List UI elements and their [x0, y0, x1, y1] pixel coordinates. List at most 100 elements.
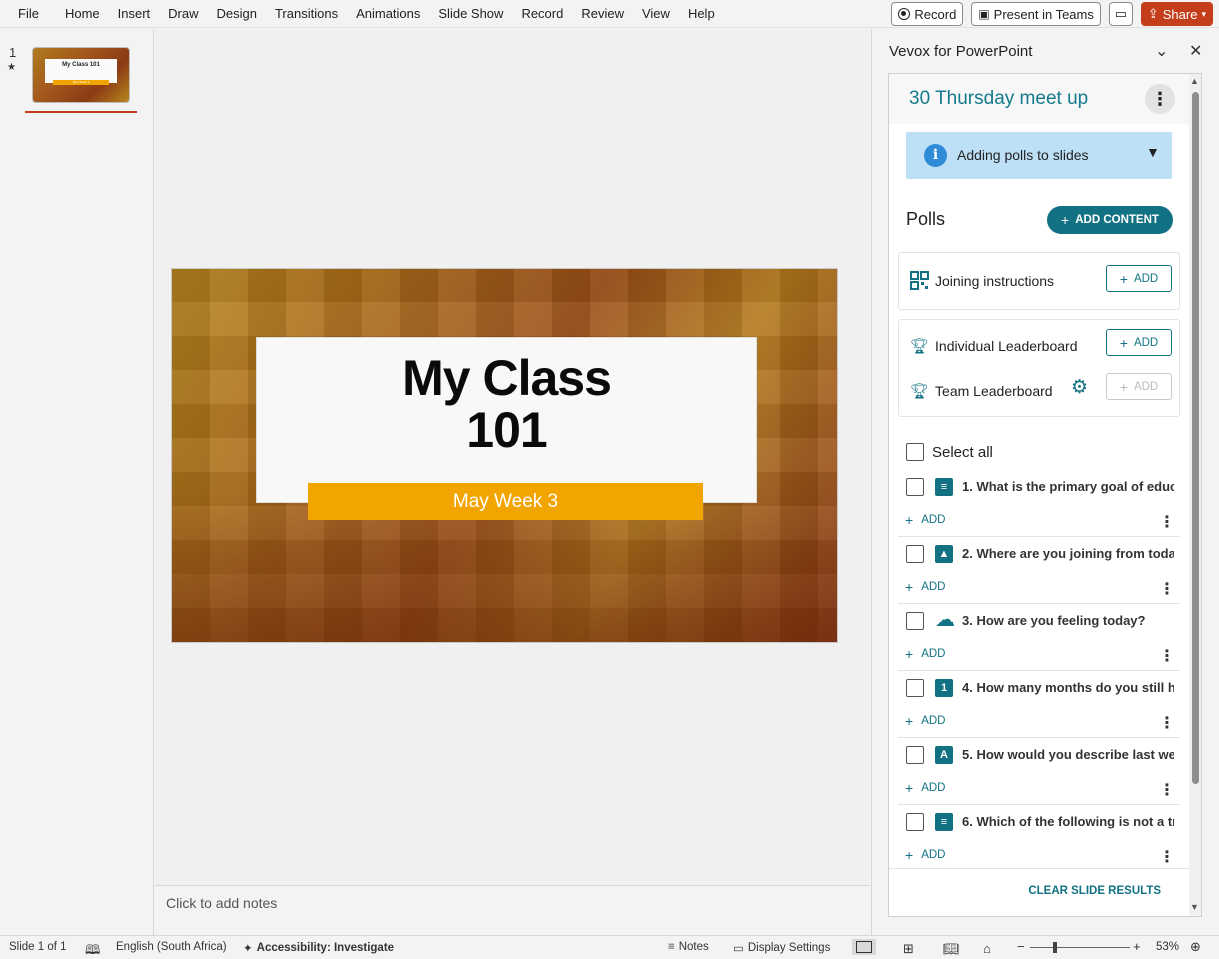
plus-icon: + — [1061, 212, 1070, 228]
scrollbar-thumb[interactable] — [1192, 92, 1199, 784]
slide-thumbnail[interactable]: My Class 101 May Week 3 — [32, 47, 130, 103]
poll-question-text[interactable]: 2. Where are you joining from today? — [962, 546, 1174, 561]
plus-icon: + — [905, 847, 914, 863]
vevox-task-pane: Vevox for PowerPoint ⌄ ✕ 30 Thursday mee… — [871, 29, 1219, 935]
ribbon-tab-slide-show[interactable]: Slide Show — [429, 0, 512, 27]
pane-close-icon[interactable]: ✕ — [1189, 41, 1202, 61]
clear-slide-results-button[interactable]: CLEAR SLIDE RESULTS — [1028, 885, 1161, 897]
ribbon-tab-draw[interactable]: Draw — [159, 0, 207, 27]
scroll-up-arrow-icon[interactable]: ▲ — [1190, 76, 1199, 86]
plus-icon: + — [1119, 378, 1128, 395]
zoom-in-icon[interactable]: + — [1133, 939, 1141, 954]
pane-scrollbar[interactable]: ▲ ▼ — [1189, 74, 1201, 916]
poll-more-options-icon[interactable]: ⋮ — [1159, 713, 1175, 733]
slide-sorter-view-icon[interactable]: ⊞ — [903, 941, 914, 957]
ribbon-tab-view[interactable]: View — [633, 0, 679, 27]
zoom-level[interactable]: 53% — [1156, 941, 1179, 953]
qr-code-icon — [910, 271, 929, 290]
leaderboard-card: 🏆︎ Individual Leaderboard + ADD 🏆︎ Team … — [898, 319, 1180, 417]
poll-add-button[interactable]: + ADD — [905, 713, 945, 729]
title-placeholder[interactable]: My Class 101 — [256, 337, 757, 503]
joining-add-button[interactable]: + ADD — [1106, 265, 1172, 292]
poll-question-item: ≡ 6. Which of the following is not a true… — [898, 805, 1180, 872]
slide-show-view-icon[interactable]: ⌂ — [983, 941, 991, 956]
poll-question-text[interactable]: 6. Which of the following is not a true … — [962, 814, 1174, 829]
gear-icon[interactable]: ⚙ — [1071, 376, 1088, 399]
poll-question-item: ▲ 2. Where are you joining from today? + AD… — [898, 537, 1180, 604]
plus-icon: + — [905, 512, 914, 528]
spelling-book-icon[interactable]: 🕮︎ — [85, 941, 100, 959]
poll-more-options-icon[interactable]: ⋮ — [1159, 646, 1175, 666]
poll-checkbox[interactable] — [906, 746, 924, 764]
ribbon-tab-design[interactable]: Design — [208, 0, 266, 27]
poll-more-options-icon[interactable]: ⋮ — [1159, 579, 1175, 599]
plus-icon: + — [905, 579, 914, 595]
display-settings-button[interactable]: ▭ Display Settings — [733, 941, 830, 955]
poll-checkbox[interactable] — [906, 612, 924, 630]
letter-a-icon: A — [935, 746, 953, 764]
notes-toggle[interactable]: ≡ Notes — [668, 941, 709, 953]
record-button[interactable]: Record — [891, 2, 964, 26]
ribbon-tab-animations[interactable]: Animations — [347, 0, 429, 27]
poll-add-button[interactable]: + ADD — [905, 512, 945, 528]
zoom-slider-thumb[interactable] — [1053, 942, 1057, 953]
share-button[interactable]: ⇪ Share ▾ — [1140, 2, 1213, 26]
ribbon-tab-home[interactable]: Home — [56, 0, 109, 27]
pane-title: Vevox for PowerPoint — [889, 43, 1033, 60]
plus-icon: + — [905, 713, 914, 729]
zoom-slider[interactable] — [1030, 947, 1130, 948]
ribbon-tab-file[interactable]: File — [0, 0, 56, 27]
poll-add-button[interactable]: + ADD — [905, 646, 945, 662]
poll-question-item: A 5. How would you describe last week? +AD… — [898, 738, 1180, 805]
normal-view-button[interactable] — [852, 939, 876, 955]
comments-button[interactable]: ▭ — [1108, 2, 1133, 26]
select-all[interactable]: Select all — [906, 443, 993, 461]
poll-question-text[interactable]: 1. What is the primary goal of education… — [962, 479, 1174, 494]
select-all-checkbox[interactable] — [906, 443, 924, 461]
joining-card: Joining instructions + ADD — [898, 252, 1180, 310]
text-icon: ≡ — [935, 478, 953, 496]
chevron-down-icon: ▼ — [1146, 144, 1160, 160]
slide[interactable]: My Class 101 May Week 3 — [171, 268, 838, 643]
poll-add-button[interactable]: + ADD — [905, 847, 945, 863]
session-menu-button[interactable]: ⋮ — [1145, 84, 1175, 114]
ribbon-tab-transitions[interactable]: Transitions — [266, 0, 347, 27]
poll-question-text[interactable]: 4. How many months do you still have? — [962, 680, 1174, 695]
individual-leaderboard-add-button[interactable]: + ADD — [1106, 329, 1172, 356]
slide-subtitle[interactable]: May Week 3 — [308, 483, 703, 520]
animation-star-icon: ★ — [7, 62, 16, 73]
poll-question-text[interactable]: 3. How are you feeling today? — [962, 613, 1174, 628]
teams-icon: ▣ — [978, 7, 990, 21]
scroll-down-arrow-icon[interactable]: ▼ — [1190, 902, 1199, 912]
language-indicator[interactable]: English (South Africa) — [116, 941, 227, 953]
info-icon: i — [924, 144, 947, 167]
ribbon-tab-review[interactable]: Review — [572, 0, 633, 27]
reading-view-icon[interactable]: 📖︎ — [943, 941, 960, 957]
ribbon-tab-record[interactable]: Record — [512, 0, 572, 27]
add-content-button[interactable]: + ADD CONTENT — [1047, 206, 1173, 234]
poll-checkbox[interactable] — [906, 478, 924, 496]
ribbon-tab-insert[interactable]: Insert — [109, 0, 160, 27]
fit-to-window-icon[interactable]: ⊕ — [1190, 939, 1201, 955]
poll-checkbox[interactable] — [906, 545, 924, 563]
poll-add-button[interactable]: + ADD — [905, 579, 945, 595]
poll-more-options-icon[interactable]: ⋮ — [1159, 780, 1175, 800]
poll-add-button[interactable]: + ADD — [905, 780, 945, 796]
info-banner[interactable]: i Adding polls to slides ▼ — [906, 132, 1172, 179]
accessibility-status[interactable]: ✦ Accessibility: Investigate — [243, 941, 394, 955]
cloud-icon: ☁ — [935, 609, 955, 631]
zoom-out-icon[interactable]: − — [1017, 939, 1025, 954]
poll-more-options-icon[interactable]: ⋮ — [1159, 847, 1175, 867]
normal-view-icon — [856, 941, 872, 953]
poll-more-options-icon[interactable]: ⋮ — [1159, 512, 1175, 532]
poll-question-text[interactable]: 5. How would you describe last week? — [962, 747, 1174, 762]
poll-checkbox[interactable] — [906, 813, 924, 831]
present-in-teams-button[interactable]: ▣ Present in Teams — [971, 2, 1101, 26]
pane-collapse-chevron-icon[interactable]: ⌄ — [1155, 41, 1168, 61]
plus-icon: + — [905, 646, 914, 662]
ribbon-tab-help[interactable]: Help — [679, 0, 724, 27]
notes-pane[interactable]: Click to add notes — [155, 885, 870, 935]
poll-checkbox[interactable] — [906, 679, 924, 697]
team-leaderboard-add-button[interactable]: + ADD — [1106, 373, 1172, 400]
chevron-down-icon: ▾ — [1201, 8, 1206, 19]
